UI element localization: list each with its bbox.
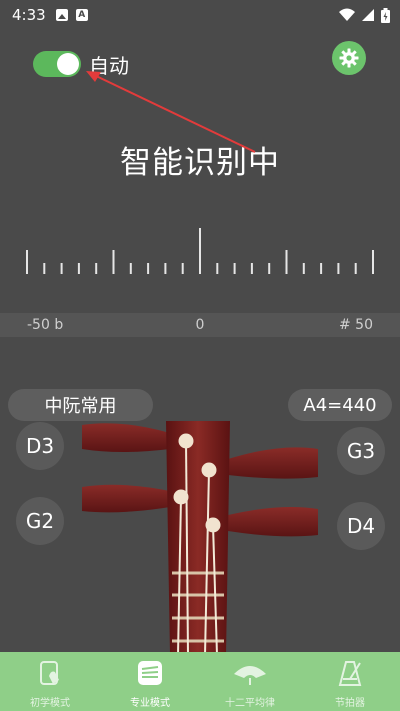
nav-beginner-mode[interactable]: 初学模式 [0, 652, 100, 711]
nav-label: 初学模式 [30, 698, 70, 709]
string-button-g3[interactable]: G3 [337, 427, 385, 475]
tuner-scale [26, 228, 374, 274]
bottom-navigation: 初学模式 专业模式 十二平均律 节拍器 [0, 652, 400, 711]
string-button-d4[interactable]: D4 [337, 502, 385, 550]
scale-labels: -50 b 0 # 50 [0, 313, 400, 337]
headstock-body [166, 421, 230, 655]
string-button-g2[interactable]: G2 [16, 497, 64, 545]
nav-label: 十二平均律 [225, 698, 275, 709]
nav-temperament[interactable]: 十二平均律 [200, 652, 300, 711]
nav-metronome[interactable]: 节拍器 [300, 652, 400, 711]
tuning-peg [228, 447, 318, 479]
tuning-peg [82, 423, 170, 452]
string-button-d3[interactable]: D3 [16, 422, 64, 470]
nav-pro-mode[interactable]: 专业模式 [100, 652, 200, 711]
beginner-icon [37, 658, 63, 688]
tuning-peg [82, 484, 170, 513]
temperament-icon [232, 658, 268, 688]
nav-label: 专业模式 [130, 698, 170, 709]
metronome-icon [336, 658, 364, 688]
tuning-peg [228, 507, 318, 537]
scale-max-label: # 50 [339, 317, 373, 333]
pro-icon [136, 658, 164, 688]
nav-label: 节拍器 [335, 698, 365, 709]
